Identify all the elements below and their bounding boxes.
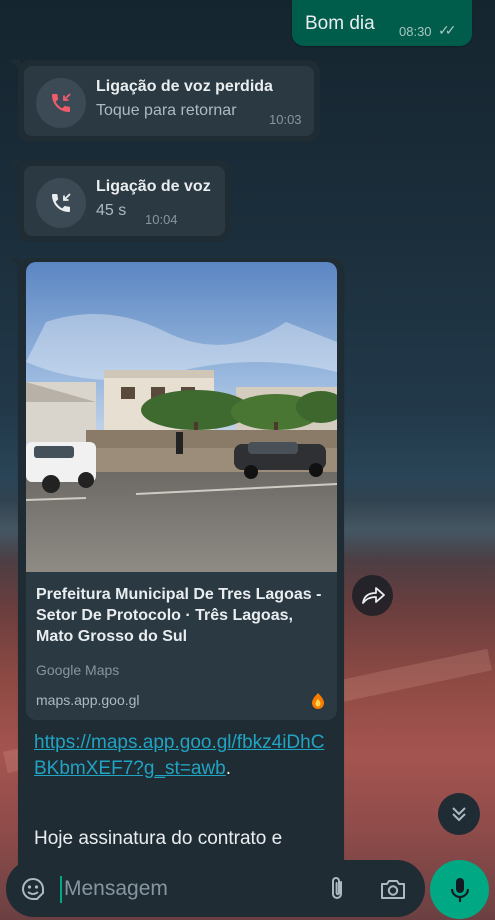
double-chevron-down-icon	[452, 807, 466, 822]
missed-call-message[interactable]: Ligação de voz perdida Toque para retorn…	[10, 60, 320, 142]
camera-icon[interactable]	[378, 875, 408, 903]
location-photo[interactable]	[26, 262, 337, 572]
forward-icon	[361, 586, 385, 604]
call-title: Ligação de voz	[96, 178, 211, 195]
voice-call-message[interactable]: Ligação de voz 45 s 10:04	[10, 160, 231, 242]
message-composer	[6, 860, 425, 917]
call-subtitle: Toque para retornar	[96, 102, 237, 119]
message-time: 08:30	[399, 24, 432, 39]
call-card[interactable]: Ligação de voz perdida Toque para retorn…	[24, 66, 314, 136]
voice-record-button[interactable]	[430, 860, 489, 919]
sticker-emoji-icon[interactable]	[19, 875, 47, 903]
link-preview-card[interactable]: Prefeitura Municipal De Tres Lagoas - Se…	[26, 572, 337, 720]
preview-source: Google Maps	[36, 662, 120, 678]
link-preview-message[interactable]: Prefeitura Municipal De Tres Lagoas - Se…	[10, 258, 344, 878]
message-text: Bom dia	[305, 13, 375, 34]
preview-domain: maps.app.goo.gl	[36, 692, 140, 708]
text-cursor	[60, 876, 62, 903]
outgoing-message[interactable]: Bom dia 08:30 ✓✓	[292, 0, 472, 46]
call-title: Ligação de voz perdida	[96, 78, 273, 95]
paperclip-icon[interactable]	[324, 875, 350, 903]
call-time: 10:04	[145, 212, 178, 227]
missed-call-icon	[36, 78, 86, 128]
call-subtitle: 45 s	[96, 202, 127, 219]
message-link-text: https://maps.app.goo.gl/fbkz4iDhCBKbmXEF…	[34, 730, 334, 782]
message-input[interactable]	[64, 870, 284, 908]
microphone-icon	[450, 877, 469, 902]
call-time: 10:03	[269, 112, 302, 127]
link-suffix: .	[225, 758, 231, 779]
incoming-call-icon	[36, 178, 86, 228]
scroll-to-bottom-button[interactable]	[438, 793, 480, 835]
message-body-text: Hoje assinatura do contrato e	[34, 828, 283, 849]
google-maps-logo-icon	[312, 693, 324, 709]
double-check-icon: ✓✓	[438, 22, 457, 38]
preview-title: Prefeitura Municipal De Tres Lagoas - Se…	[36, 586, 322, 645]
call-card[interactable]: Ligação de voz 45 s 10:04	[24, 166, 225, 236]
message-link[interactable]: https://maps.app.goo.gl/fbkz4iDhCBKbmXEF…	[34, 732, 324, 779]
forward-button[interactable]	[352, 575, 393, 616]
